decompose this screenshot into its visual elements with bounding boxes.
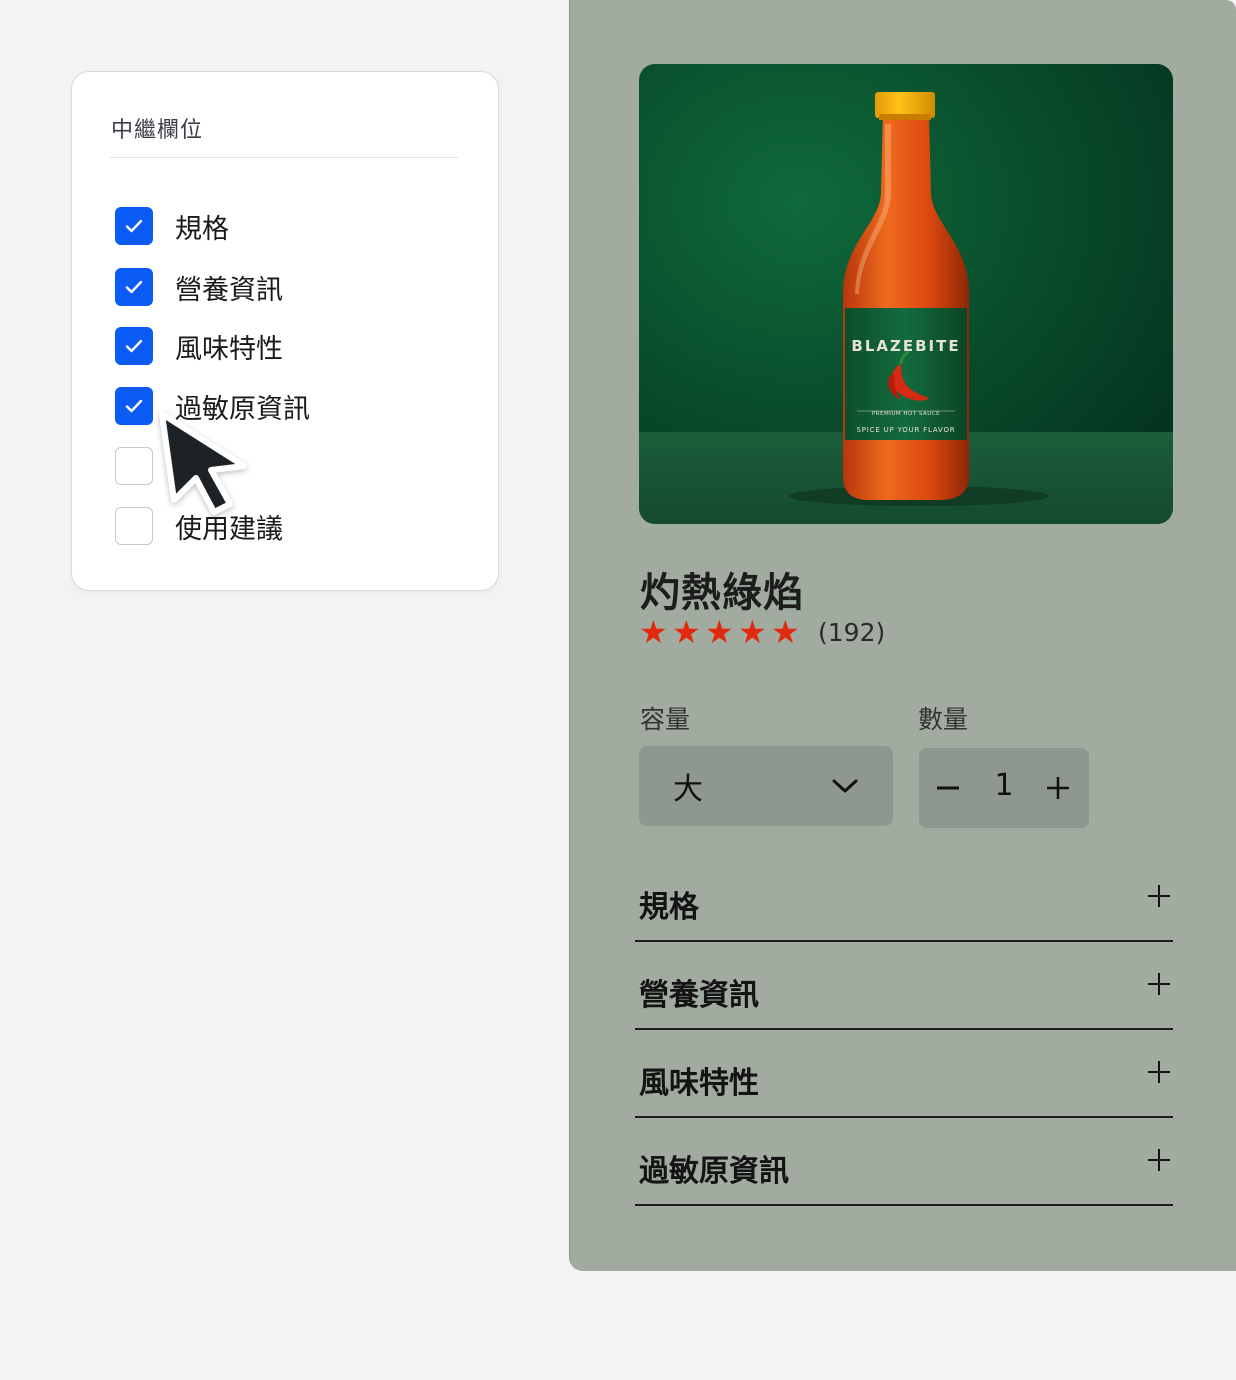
quantity-label: 數量 xyxy=(918,705,969,734)
checkmark-icon xyxy=(125,219,143,233)
product-image: BLAZEBITE PREMIUM HOT SAUCE SPICE UP YOU… xyxy=(639,64,1173,524)
size-select-value: 大 xyxy=(673,772,703,807)
checkbox-checked[interactable] xyxy=(115,327,153,365)
accordion-label: 過敏原資訊 xyxy=(639,1154,789,1189)
option-label: 營養資訊 xyxy=(175,274,283,306)
option-label: 風味特性 xyxy=(175,333,283,365)
product-title: 灼熱綠焰 xyxy=(640,570,804,616)
quantity-stepper: 1 xyxy=(919,748,1089,828)
chevron-down-icon xyxy=(832,779,858,793)
star-icon: ★ xyxy=(639,613,668,651)
accordion-specs[interactable]: 規格 xyxy=(635,854,1173,942)
checkbox-checked[interactable] xyxy=(115,387,153,425)
bottle-subtitle-text: PREMIUM HOT SAUCE xyxy=(872,411,940,417)
mouse-cursor-icon xyxy=(159,411,247,515)
star-icon: ★ xyxy=(705,613,734,651)
plus-icon xyxy=(1148,973,1170,995)
panel-title: 中繼欄位 xyxy=(111,118,204,143)
checkbox-unchecked[interactable] xyxy=(115,507,153,545)
metafield-option-nutrition[interactable]: 營養資訊 xyxy=(115,268,283,306)
accordion-label: 營養資訊 xyxy=(639,978,759,1013)
plus-icon[interactable] xyxy=(1045,775,1071,801)
checkmark-icon xyxy=(125,339,143,353)
checkbox-checked[interactable] xyxy=(115,207,153,245)
accordion-label: 風味特性 xyxy=(639,1066,759,1101)
panel-divider xyxy=(110,157,458,158)
checkbox-checked[interactable] xyxy=(115,268,153,306)
size-select[interactable]: 大 xyxy=(639,746,893,826)
svg-text:SPICE UP YOUR FLAVOR: SPICE UP YOUR FLAVOR xyxy=(857,426,956,434)
accordion-allergens[interactable]: 過敏原資訊 xyxy=(635,1118,1173,1206)
rating: ★ ★ ★ ★ ★ (192) xyxy=(639,614,885,650)
review-count[interactable]: (192) xyxy=(818,618,885,647)
metafield-panel: 中繼欄位 規格 營養資訊 風味特性 過敏原資訊 使用建議 xyxy=(71,71,499,591)
option-label: 規格 xyxy=(175,213,229,245)
accordion-flavor[interactable]: 風味特性 xyxy=(635,1030,1173,1118)
accordion-nutrition[interactable]: 營養資訊 xyxy=(635,942,1173,1030)
checkmark-icon xyxy=(125,280,143,294)
plus-icon xyxy=(1148,1061,1170,1083)
star-icon: ★ xyxy=(771,613,800,651)
checkbox-unchecked[interactable] xyxy=(115,447,153,485)
hot-sauce-bottle-image: BLAZEBITE PREMIUM HOT SAUCE SPICE UP YOU… xyxy=(639,64,1173,524)
svg-text:PREMIUM HOT SAUCE: PREMIUM HOT SAUCE xyxy=(872,411,940,417)
product-preview: BLAZEBITE PREMIUM HOT SAUCE SPICE UP YOU… xyxy=(569,0,1236,1271)
star-icon: ★ xyxy=(672,613,701,651)
metafield-option-flavor[interactable]: 風味特性 xyxy=(115,327,283,365)
checkmark-icon xyxy=(125,399,143,413)
accordion-label: 規格 xyxy=(639,890,699,925)
size-label: 容量 xyxy=(640,705,691,734)
plus-icon xyxy=(1148,885,1170,907)
metafield-option-specs[interactable]: 規格 xyxy=(115,207,229,245)
star-icon: ★ xyxy=(738,613,767,651)
plus-icon xyxy=(1148,1149,1170,1171)
bottle-tagline-text: SPICE UP YOUR FLAVOR xyxy=(857,426,956,434)
